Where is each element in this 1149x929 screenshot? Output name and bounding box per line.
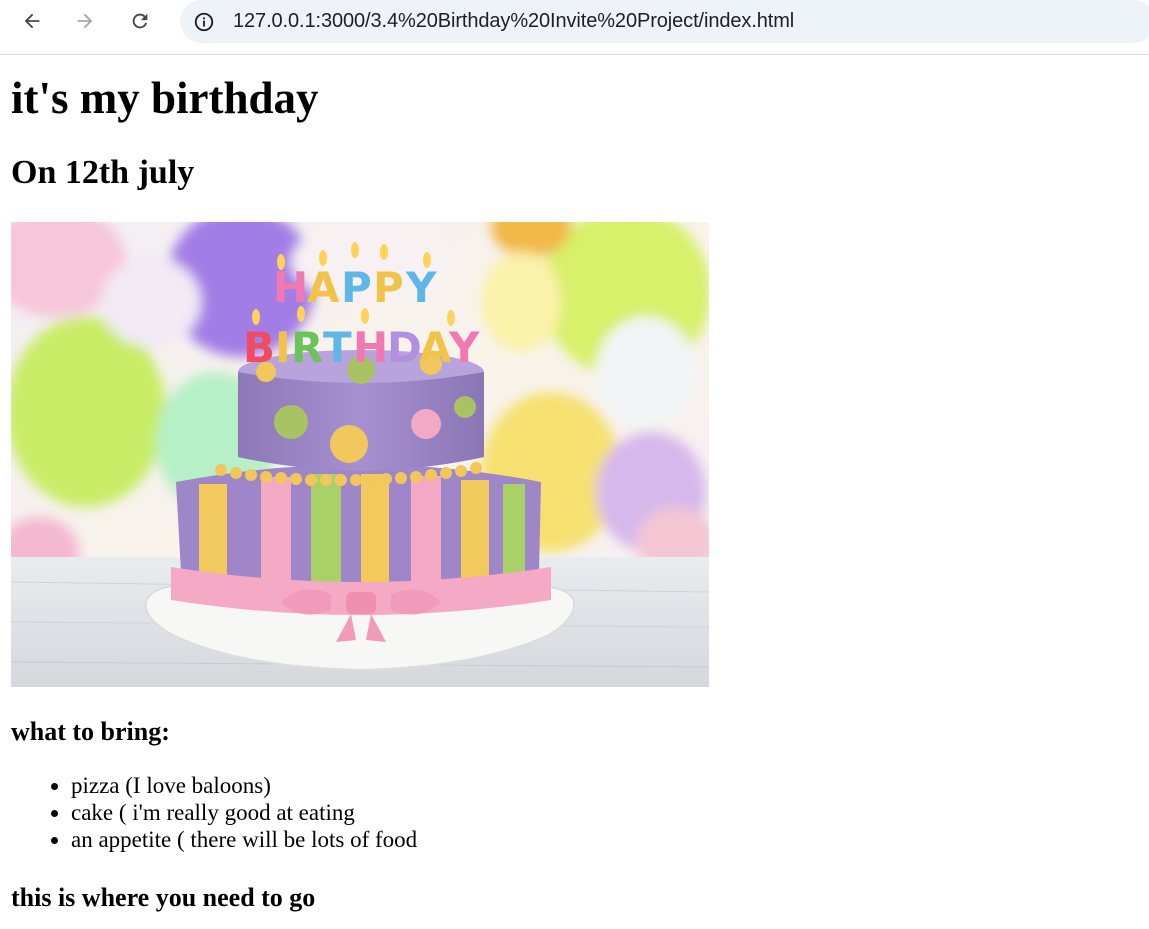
reload-button[interactable]	[123, 4, 157, 38]
list-item: pizza (I love baloons)	[71, 772, 1149, 799]
birthday-cake-image: H A P P Y B I R T H D A Y	[11, 222, 709, 687]
forward-button[interactable]	[68, 4, 102, 38]
browser-toolbar: 127.0.0.1:3000/3.4%20Birthday%20Invite%2…	[0, 0, 1149, 55]
svg-text:A: A	[419, 323, 452, 372]
svg-text:A: A	[307, 263, 340, 312]
svg-text:D: D	[387, 323, 422, 372]
bring-list: pizza (I love baloons) cake ( i'm really…	[11, 772, 1149, 853]
bring-heading: what to bring:	[11, 717, 170, 746]
svg-text:Y: Y	[405, 263, 437, 312]
svg-text:H: H	[353, 323, 388, 372]
list-item: cake ( i'm really good at eating	[71, 799, 1149, 826]
page-content: it's my birthday On 12th july H A P P Y …	[0, 55, 1149, 913]
site-info-button[interactable]	[191, 9, 217, 35]
arrow-left-icon	[24, 13, 40, 29]
svg-text:T: T	[323, 323, 352, 372]
svg-text:R: R	[291, 323, 323, 372]
address-bar[interactable]: 127.0.0.1:3000/3.4%20Birthday%20Invite%2…	[180, 0, 1149, 43]
reload-icon	[132, 13, 148, 29]
svg-text:H: H	[273, 263, 308, 312]
where-heading: this is where you need to go	[11, 883, 316, 912]
back-button[interactable]	[15, 4, 49, 38]
svg-text:Y: Y	[448, 323, 480, 372]
svg-text:B: B	[243, 323, 275, 372]
arrow-right-icon	[77, 13, 93, 29]
list-item: an appetite ( there will be lots of food	[71, 826, 1149, 853]
date-heading: On 12th july	[11, 154, 195, 191]
page-title: it's my birthday	[11, 73, 319, 123]
info-icon	[194, 12, 214, 31]
svg-text:P: P	[341, 263, 372, 312]
svg-text:I: I	[275, 323, 291, 372]
svg-text:P: P	[373, 263, 404, 312]
url-text[interactable]: 127.0.0.1:3000/3.4%20Birthday%20Invite%2…	[233, 10, 794, 33]
